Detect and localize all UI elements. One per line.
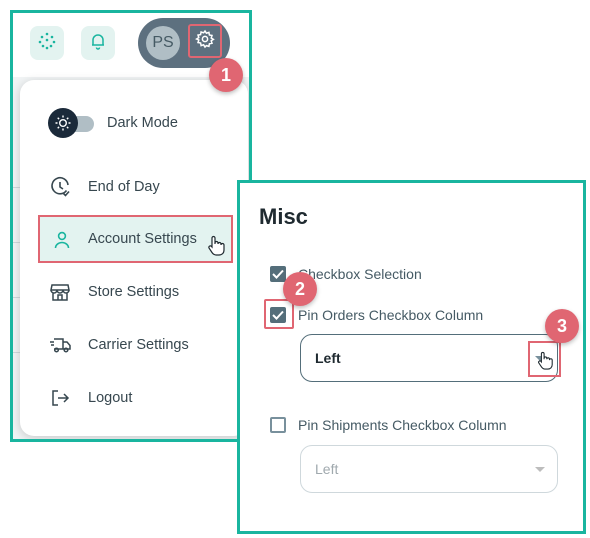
pin-shipments-checkbox[interactable] bbox=[270, 417, 286, 433]
badge-number: 2 bbox=[294, 278, 305, 299]
pin-shipments-select: Left bbox=[300, 445, 558, 493]
notifications-button[interactable] bbox=[81, 26, 115, 60]
avatar[interactable]: PS bbox=[146, 26, 180, 60]
apps-icon bbox=[38, 32, 56, 55]
step-badge-3: 3 bbox=[545, 309, 579, 343]
hand-cursor-icon bbox=[536, 351, 554, 376]
settings-button[interactable] bbox=[188, 24, 222, 58]
menu-item-label: End of Day bbox=[88, 179, 160, 195]
store-icon bbox=[48, 280, 72, 304]
menu-item-account-settings[interactable]: Account Settings bbox=[38, 215, 233, 263]
select-value: Left bbox=[315, 461, 339, 477]
clock-check-icon bbox=[48, 175, 72, 199]
menu-item-label: Carrier Settings bbox=[88, 337, 189, 353]
badge-number: 3 bbox=[556, 315, 567, 336]
badge-number: 1 bbox=[220, 64, 231, 85]
menu-item-end-of-day[interactable]: End of Day bbox=[20, 164, 248, 210]
settings-dropdown-menu: Dark Mode End of Day Account Settings St… bbox=[20, 80, 248, 436]
checkbox-selection-label: Checkbox Selection bbox=[298, 266, 422, 282]
menu-item-label: Account Settings bbox=[88, 231, 197, 247]
logout-icon bbox=[48, 386, 72, 410]
menu-item-carrier-settings[interactable]: Carrier Settings bbox=[20, 322, 248, 368]
person-icon bbox=[50, 228, 74, 252]
menu-item-label: Logout bbox=[88, 390, 133, 406]
pin-orders-label: Pin Orders Checkbox Column bbox=[298, 307, 484, 323]
bell-icon bbox=[89, 32, 107, 55]
hand-cursor-icon bbox=[206, 235, 226, 262]
menu-item-logout[interactable]: Logout bbox=[20, 375, 248, 421]
sun-icon bbox=[48, 108, 78, 138]
apps-button[interactable] bbox=[30, 26, 64, 60]
menu-item-store-settings[interactable]: Store Settings bbox=[20, 269, 248, 315]
gear-icon bbox=[195, 29, 215, 54]
highlight-frame bbox=[264, 299, 294, 329]
pin-orders-select[interactable]: Left bbox=[300, 334, 558, 382]
step-badge-1: 1 bbox=[209, 58, 243, 92]
highlight-frame bbox=[528, 341, 561, 377]
step-badge-2: 2 bbox=[283, 272, 317, 306]
pin-shipments-row[interactable]: Pin Shipments Checkbox Column bbox=[270, 414, 507, 436]
misc-settings-panel: Misc Checkbox Selection Pin Orders Check… bbox=[237, 180, 586, 534]
dark-mode-toggle[interactable] bbox=[48, 108, 96, 138]
avatar-initials: PS bbox=[152, 34, 174, 51]
section-title: Misc bbox=[259, 204, 308, 229]
menu-item-label: Store Settings bbox=[88, 284, 180, 300]
pin-shipments-label: Pin Shipments Checkbox Column bbox=[298, 417, 507, 433]
dark-mode-label: Dark Mode bbox=[107, 115, 178, 131]
select-value: Left bbox=[315, 350, 341, 366]
truck-icon bbox=[48, 333, 72, 357]
chevron-down-icon bbox=[535, 467, 545, 472]
checkbox-selection-checkbox[interactable] bbox=[270, 266, 286, 282]
pin-orders-row[interactable]: Pin Orders Checkbox Column bbox=[270, 304, 483, 326]
